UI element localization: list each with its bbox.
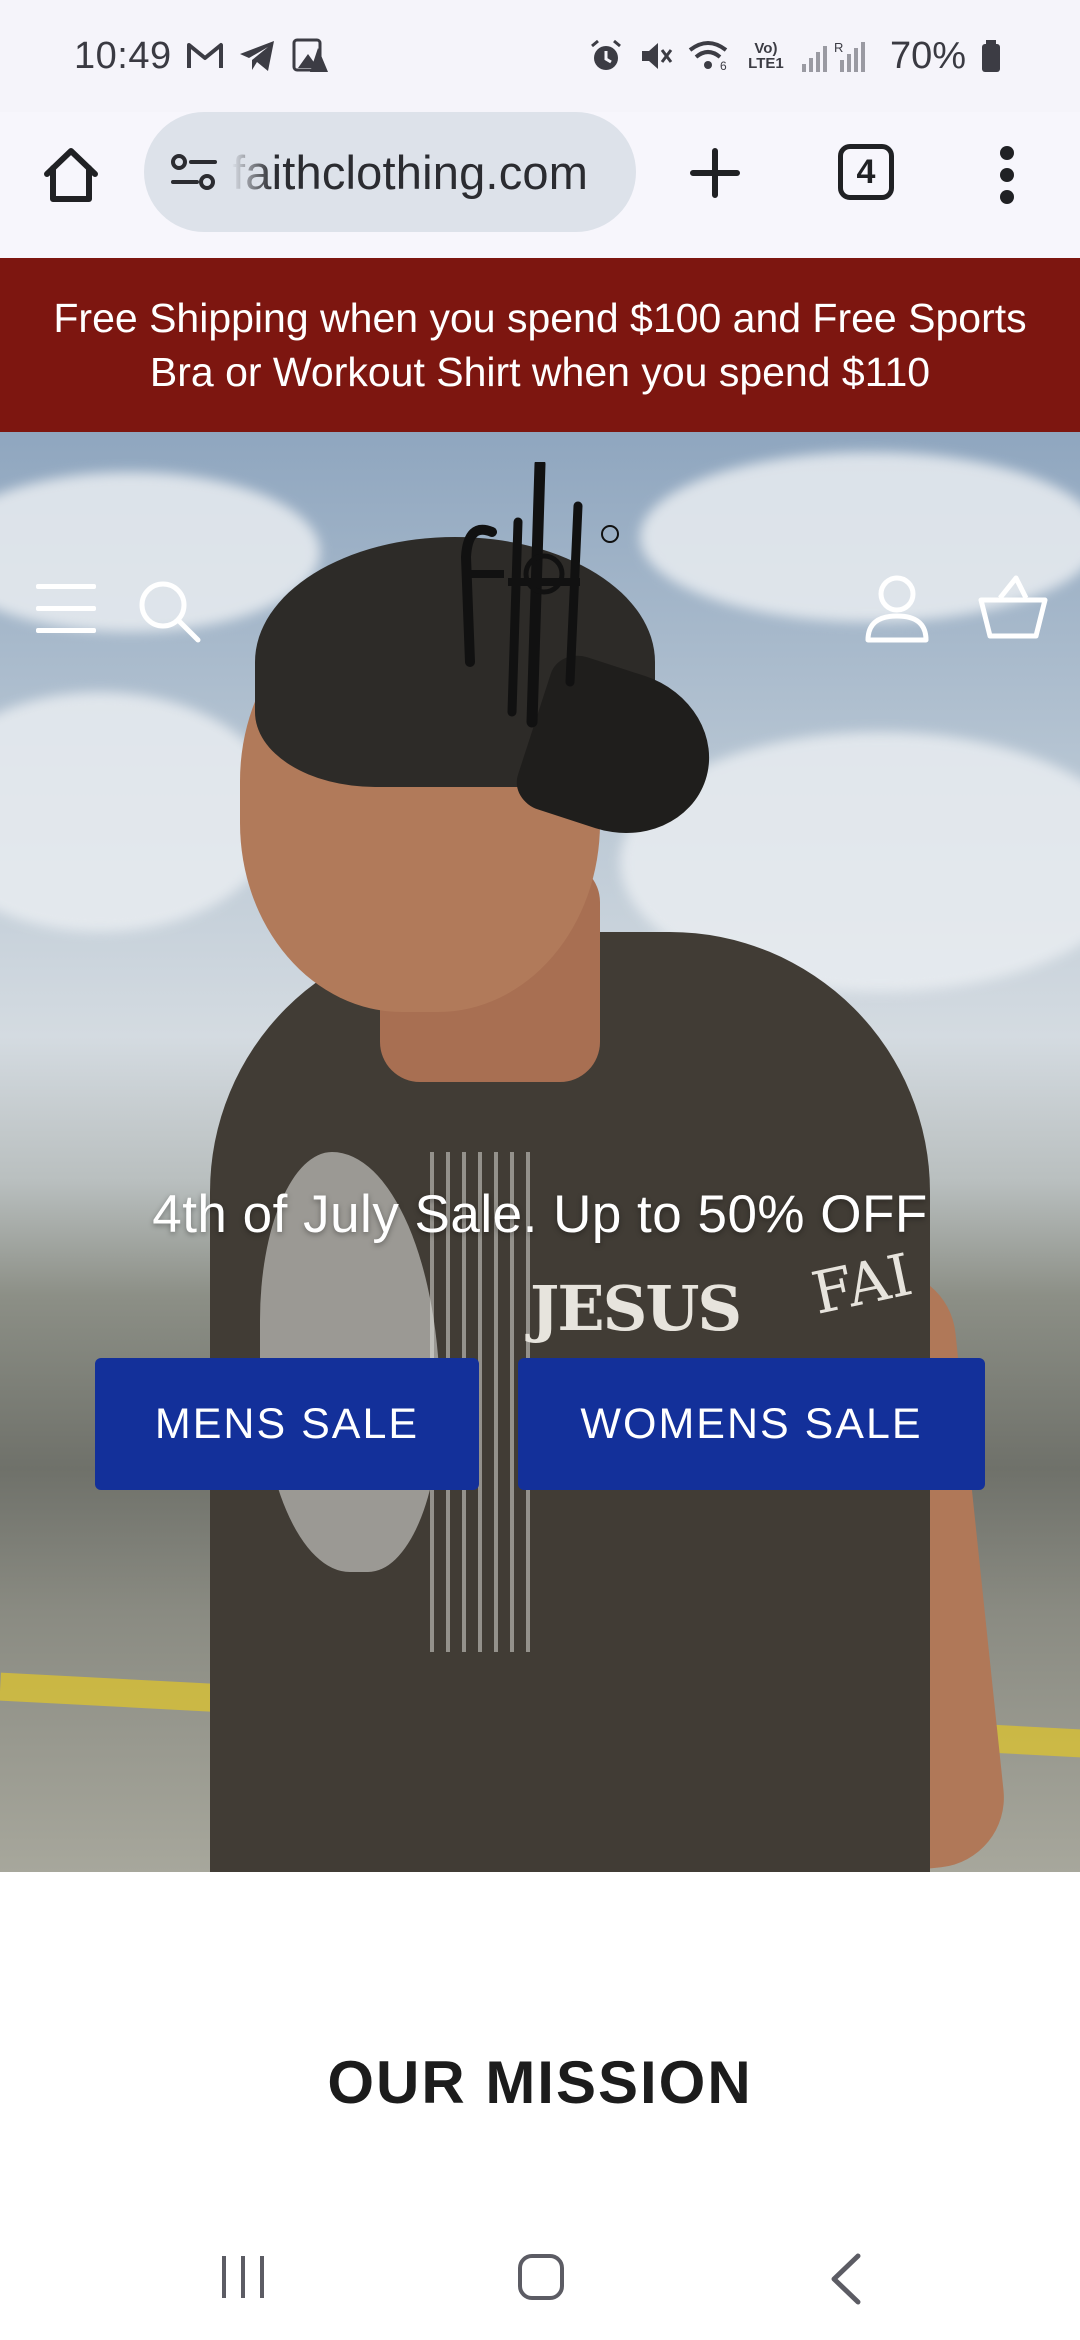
status-bar: 10:49 6 Vo) LTE1 R 70% [0, 0, 1080, 112]
home-button[interactable] [38, 142, 104, 208]
new-tab-button[interactable] [682, 140, 748, 206]
search-button[interactable] [136, 578, 202, 644]
system-navigation-bar [0, 2232, 1080, 2340]
hero-heading: 4th of July Sale. Up to 50% OFF [152, 1185, 928, 1244]
mission-section: OUR MISSION [0, 1872, 1080, 2232]
battery-percent: 70% [889, 34, 966, 77]
mute-icon [638, 38, 674, 74]
volte-label: Vo) LTE1 [748, 40, 784, 72]
battery-icon [980, 39, 1002, 73]
address-bar[interactable]: faithclothing.com [144, 112, 636, 232]
hamburger-icon-line [36, 584, 96, 589]
status-time: 10:49 [74, 34, 172, 77]
womens-sale-button[interactable]: WOMENS SALE [518, 1358, 985, 1490]
more-menu-button[interactable] [990, 140, 1024, 210]
tab-switcher-button[interactable]: 4 [838, 144, 894, 200]
hero-photo-shirt-word: JESUS [530, 1272, 742, 1345]
account-button[interactable] [864, 574, 930, 644]
home-nav-icon [518, 2254, 564, 2300]
cart-icon [978, 575, 1048, 639]
browser-toolbar: faithclothing.com 4 [0, 112, 1080, 258]
faith-logo-icon [460, 458, 619, 728]
status-left: 10:49 [74, 35, 330, 78]
account-icon [865, 575, 929, 643]
more-vert-icon [1000, 146, 1014, 204]
hamburger-icon-line [36, 606, 96, 611]
hamburger-menu-button[interactable] [36, 584, 96, 634]
hamburger-icon-line [36, 628, 96, 633]
alarm-icon [588, 38, 624, 74]
home-icon [44, 148, 98, 202]
plus-icon [690, 148, 740, 198]
cart-button[interactable] [978, 574, 1048, 640]
url-text: faithclothing.com [232, 145, 589, 199]
search-icon [139, 581, 201, 643]
site-settings-icon[interactable] [166, 144, 222, 200]
wifi-icon: 6 [688, 38, 732, 74]
mission-title: OUR MISSION [327, 2049, 753, 2116]
wifi-label: 6 [720, 59, 727, 73]
back-button[interactable] [826, 2252, 866, 2306]
recent-apps-icon [222, 2256, 264, 2298]
hero-banner[interactable]: JESUS FAI 4th of July Sale. Up to 50% OF… [0, 432, 1080, 1872]
back-icon [831, 2253, 861, 2305]
mens-sale-button[interactable]: MENS SALE [95, 1358, 479, 1490]
signal-label: R [834, 40, 843, 55]
announcement-bar[interactable]: Free Shipping when you spend $100 and Fr… [0, 258, 1080, 432]
photo-app-icon [290, 36, 330, 76]
signal-icon: R [800, 38, 870, 74]
telegram-icon [238, 39, 276, 73]
brand-logo[interactable] [448, 458, 628, 752]
home-nav-button[interactable] [516, 2252, 566, 2302]
gmail-icon [186, 41, 224, 71]
announcement-text: Free Shipping when you spend $100 and Fr… [53, 295, 1027, 395]
recent-apps-button[interactable] [218, 2252, 268, 2302]
site-header [0, 432, 1080, 732]
status-right: 6 Vo) LTE1 R 70% [588, 35, 1002, 78]
